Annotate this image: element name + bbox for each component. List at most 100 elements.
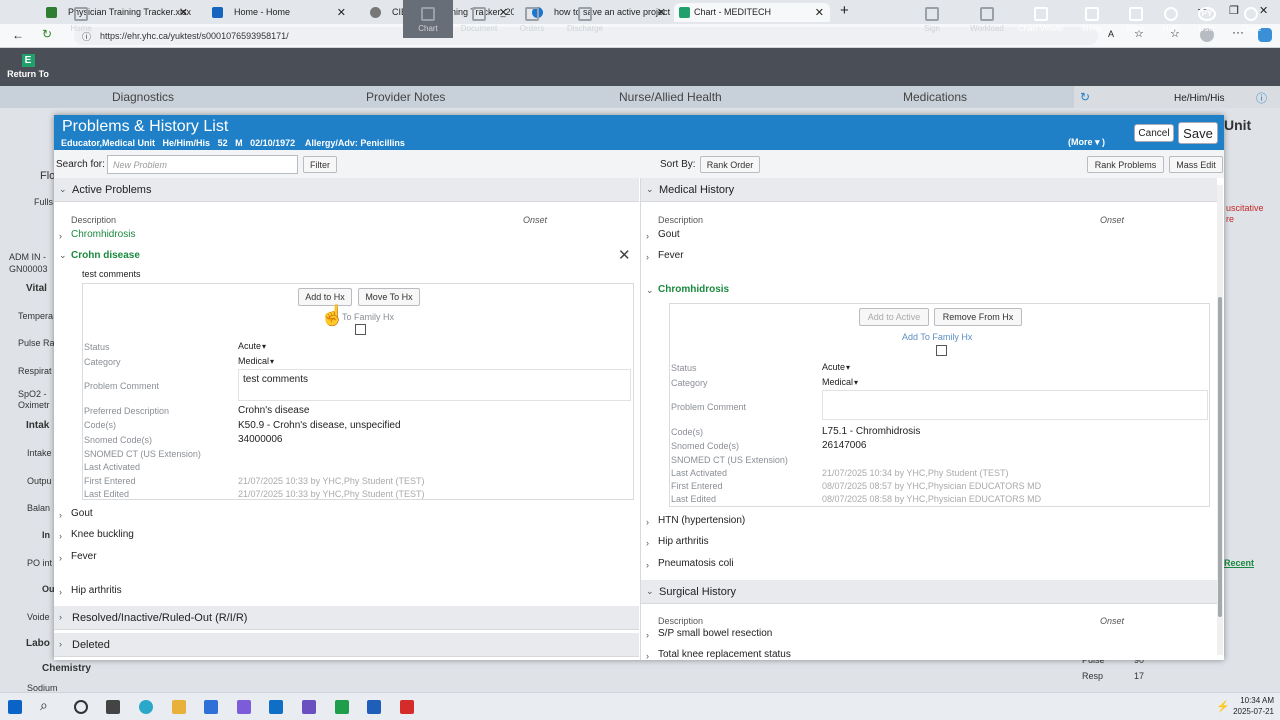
user-button[interactable]: PY User — [1190, 0, 1224, 38]
family-hx-checkbox[interactable] — [355, 324, 366, 335]
orders-button[interactable]: Orders — [508, 0, 556, 38]
scrollbar-thumb[interactable] — [1218, 297, 1222, 617]
teams-classic-icon[interactable] — [302, 700, 316, 714]
info-icon[interactable]: ⓘ — [1256, 90, 1267, 106]
problem-comment-field[interactable] — [822, 390, 1208, 420]
problem-item[interactable]: Gout — [71, 508, 93, 519]
deleted-header[interactable]: › Deleted — [54, 633, 639, 657]
network-icon[interactable]: ⚡ — [1216, 700, 1230, 713]
surgical-history-header[interactable]: ⌄ Surgical History — [641, 580, 1217, 604]
close-tab-icon[interactable]: ✕ — [179, 6, 188, 19]
filter-button[interactable]: Filter — [303, 156, 337, 173]
expanded-history-name[interactable]: Chromhidrosis — [658, 284, 729, 295]
browser-tab-physician-tracker[interactable]: Physician Training Tracker.xlsx ✕ — [30, 3, 194, 22]
chevron-right-icon: › — [646, 560, 649, 570]
help-button[interactable]: Help — [1154, 0, 1188, 38]
close-tab-icon[interactable]: ✕ — [657, 6, 666, 19]
history-item[interactable]: Fever — [658, 250, 684, 261]
resolved-header[interactable]: › Resolved/Inactive/Ruled-Out (R/I/R) — [54, 606, 639, 630]
tab-medications[interactable]: Medications — [903, 90, 967, 104]
teams-icon[interactable] — [237, 700, 251, 714]
edge-icon[interactable] — [139, 700, 153, 714]
new-tab-button[interactable]: + — [840, 2, 849, 19]
chevron-right-icon: › — [59, 231, 62, 241]
file-explorer-icon[interactable] — [172, 700, 186, 714]
active-problems-header[interactable]: ⌄ Active Problems — [54, 178, 639, 202]
discharge-button[interactable]: Discharge — [560, 0, 610, 38]
mass-edit-button[interactable]: Mass Edit — [1169, 156, 1223, 173]
more-link[interactable]: (More ▾ ) — [1068, 137, 1105, 148]
patient-pronouns: He/Him/His — [1174, 93, 1225, 104]
help-icon — [1164, 7, 1178, 21]
word-icon[interactable] — [367, 700, 381, 714]
clock-date[interactable]: 2025-07-21 — [1232, 707, 1274, 716]
medical-history-header[interactable]: ⌄ Medical History — [641, 178, 1217, 202]
chevron-down-icon: ⌄ — [646, 184, 654, 194]
sharepoint-icon — [212, 7, 223, 18]
move-to-hx-button[interactable]: Move To Hx — [358, 288, 420, 306]
task-view-icon[interactable] — [106, 700, 120, 714]
windows-start-icon[interactable] — [8, 700, 22, 714]
browser-tab-home[interactable]: Home - Home ✕ — [196, 3, 352, 22]
chevron-right-icon: › — [59, 531, 62, 541]
return-to-button[interactable]: E Return To — [0, 48, 56, 86]
refresh-icon[interactable]: ↻ — [42, 27, 52, 41]
outlook-icon[interactable] — [269, 700, 283, 714]
dialog-header: Problems & History List Educator,Medical… — [54, 115, 1224, 150]
refresh-icon[interactable]: ↻ — [1080, 90, 1090, 104]
recent-link[interactable]: Recent — [1224, 558, 1254, 568]
tab-provider-notes[interactable]: Provider Notes — [366, 90, 445, 104]
rank-order-button[interactable]: Rank Order — [700, 156, 760, 173]
search-icon[interactable]: ⌕ — [40, 697, 48, 714]
sign-button[interactable]: Sign — [910, 0, 954, 38]
status-select[interactable]: Acute — [238, 341, 266, 351]
rank-problems-button[interactable]: Rank Problems — [1087, 156, 1164, 173]
store-icon[interactable] — [204, 700, 218, 714]
history-detail-box: Add to Active Remove From Hx Add To Fami… — [669, 303, 1210, 507]
citrix-icon[interactable] — [335, 700, 349, 714]
history-item[interactable]: Pneumatosis coli — [658, 558, 734, 569]
tab-nurse-allied-health[interactable]: Nurse/Allied Health — [619, 90, 722, 104]
history-item[interactable]: Hip arthritis — [658, 536, 709, 547]
status-select[interactable]: Acute — [822, 362, 850, 372]
surgical-item[interactable]: S/P small bowel resection — [658, 628, 772, 639]
app-icon[interactable] — [400, 700, 414, 714]
chart-button[interactable]: Chart — [403, 0, 453, 38]
add-to-active-button[interactable]: Add to Active — [859, 308, 929, 326]
expanded-problem-name[interactable]: Crohn disease — [71, 250, 140, 261]
close-tab-icon[interactable]: ✕ — [815, 6, 824, 19]
more-button[interactable]: More — [1116, 0, 1156, 38]
back-icon[interactable]: ← — [12, 28, 24, 42]
remove-from-hx-button[interactable]: Remove From Hx — [934, 308, 1022, 326]
dialog-title: Problems & History List — [62, 118, 229, 135]
problem-comment-field[interactable]: test comments — [238, 369, 631, 401]
history-item[interactable]: Gout — [658, 229, 680, 240]
close-tab-icon[interactable]: ✕ — [337, 6, 346, 19]
cancel-button[interactable]: Cancel — [1134, 124, 1174, 142]
category-select[interactable]: Medical — [822, 377, 858, 387]
search-input[interactable]: New Problem — [107, 155, 298, 174]
tab-diagnostics[interactable]: Diagnostics — [112, 90, 174, 104]
home-button[interactable]: Home — [58, 0, 104, 38]
problem-item[interactable]: Hip arthritis — [71, 585, 122, 596]
globe-icon — [370, 7, 381, 18]
dialog-scrollbar[interactable] — [1217, 185, 1223, 655]
history-item[interactable]: HTN (hypertension) — [658, 515, 745, 526]
clock-time[interactable]: 10:34 AM — [1236, 696, 1274, 705]
workload-button[interactable]: Workload — [963, 0, 1011, 38]
problem-item[interactable]: Fever — [71, 551, 97, 562]
close-app-button[interactable]: Close — [1234, 0, 1268, 38]
chart-viewer-button[interactable]: Chart Viewer — [1016, 0, 1066, 38]
document-button[interactable]: Document — [455, 0, 503, 38]
problem-item[interactable]: Chromhidrosis — [71, 229, 135, 240]
family-hx-checkbox[interactable] — [936, 345, 947, 356]
menu-button[interactable]: Menu — [1072, 0, 1112, 38]
category-select[interactable]: Medical — [238, 356, 274, 366]
patient-banner: Educator,Medical Unit He/Him/His 52 M 02… — [61, 138, 405, 148]
surgical-item[interactable]: Total knee replacement status — [658, 649, 791, 660]
close-icon[interactable]: ✕ — [618, 246, 631, 264]
cortana-icon[interactable] — [74, 700, 88, 714]
problem-item[interactable]: Knee buckling — [71, 529, 134, 540]
browser-tab-meditech[interactable]: Chart - MEDITECH ✕ — [674, 3, 830, 22]
save-button[interactable]: Save — [1178, 122, 1218, 144]
